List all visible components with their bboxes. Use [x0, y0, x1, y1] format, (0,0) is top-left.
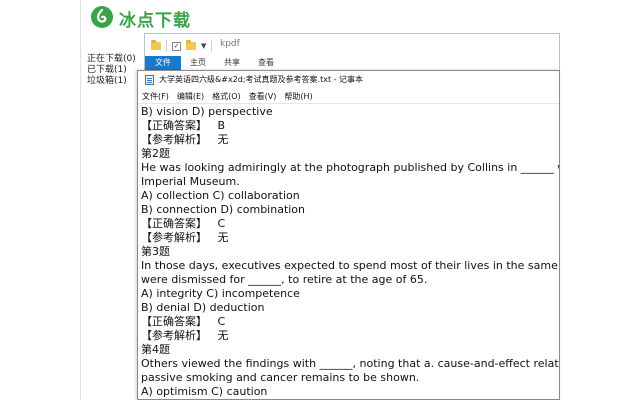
download-sidebar: 正在下载(0) 已下载(1) 垃圾箱(1)	[81, 36, 145, 400]
text-line: were dismissed for ______, to retire at …	[141, 273, 428, 286]
notepad-window: 大学英语四六级&#x2d;考试真题及参考答案.txt - 记事本 文件(F) 编…	[137, 70, 560, 400]
tab-share[interactable]: 共享	[215, 56, 249, 70]
tab-home[interactable]: 主页	[181, 56, 215, 70]
text-line: A) collection C) collaboration	[141, 189, 300, 202]
new-folder-icon[interactable]	[186, 40, 196, 50]
text-line: 【参考解析】 无	[141, 231, 229, 244]
notepad-menubar: 文件(F) 编辑(E) 格式(O) 查看(V) 帮助(H)	[138, 89, 559, 104]
menu-format[interactable]: 格式(O)	[212, 89, 241, 103]
notepad-titlebar[interactable]: 大学英语四六级&#x2d;考试真题及参考答案.txt - 记事本	[138, 71, 559, 89]
text-line: B) denial D) deduction	[141, 301, 265, 314]
toolbar-divider	[166, 40, 167, 52]
properties-check-icon[interactable]: ✓	[172, 41, 181, 51]
text-line: He was looking admiringly at the photogr…	[141, 161, 559, 174]
menu-edit[interactable]: 编辑(E)	[177, 89, 204, 103]
app-header: 冰点下载	[81, 0, 561, 36]
folder-icon[interactable]	[151, 40, 161, 50]
text-line: 第4题	[141, 343, 170, 356]
notepad-title: 大学英语四六级&#x2d;考试真题及参考答案.txt - 记事本	[159, 75, 364, 84]
text-line: 第3题	[141, 245, 170, 258]
text-line: B) vision D) perspective	[141, 105, 273, 118]
sidebar-item-trash[interactable]: 垃圾箱(1)	[87, 73, 127, 86]
app-title: 冰点下载	[119, 11, 191, 31]
text-line: A) integrity C) incompetence	[141, 287, 300, 300]
text-line: Imperial Museum.	[141, 175, 240, 188]
text-line: passive smoking and cancer remains to be…	[141, 371, 420, 384]
text-line: In those days, executives expected to sp…	[141, 259, 559, 272]
text-line: A) optimism C) caution	[141, 385, 268, 398]
notepad-icon	[145, 75, 154, 85]
text-line: 第2题	[141, 147, 170, 160]
text-line: 【参考解析】 无	[141, 329, 229, 342]
menu-file[interactable]: 文件(F)	[142, 89, 169, 103]
text-line: Others viewed the findings with ______, …	[141, 357, 559, 370]
tab-view[interactable]: 查看	[249, 56, 283, 70]
tab-file[interactable]: 文件	[145, 56, 181, 70]
explorer-title: kpdf	[220, 39, 240, 49]
text-line: 【正确答案】 B	[141, 119, 226, 132]
text-line: B) connection D) combination	[141, 203, 306, 216]
quick-access-toolbar: ✓ ▼	[151, 38, 213, 54]
chevron-down-icon[interactable]: ▼	[201, 42, 206, 50]
notepad-text-area[interactable]: B) vision D) perspective 【正确答案】 B 【参考解析】…	[138, 104, 559, 400]
text-line: 【正确答案】 C	[141, 217, 226, 230]
text-line: 【参考解析】 无	[141, 133, 229, 146]
menu-help[interactable]: 帮助(H)	[284, 89, 312, 103]
bingdian-logo-icon	[91, 6, 113, 28]
toolbar-divider	[211, 40, 213, 52]
menu-view[interactable]: 查看(V)	[249, 89, 277, 103]
ribbon-tabs: 文件 主页 共享 查看	[145, 56, 559, 70]
text-line: 【正确答案】 C	[141, 315, 226, 328]
